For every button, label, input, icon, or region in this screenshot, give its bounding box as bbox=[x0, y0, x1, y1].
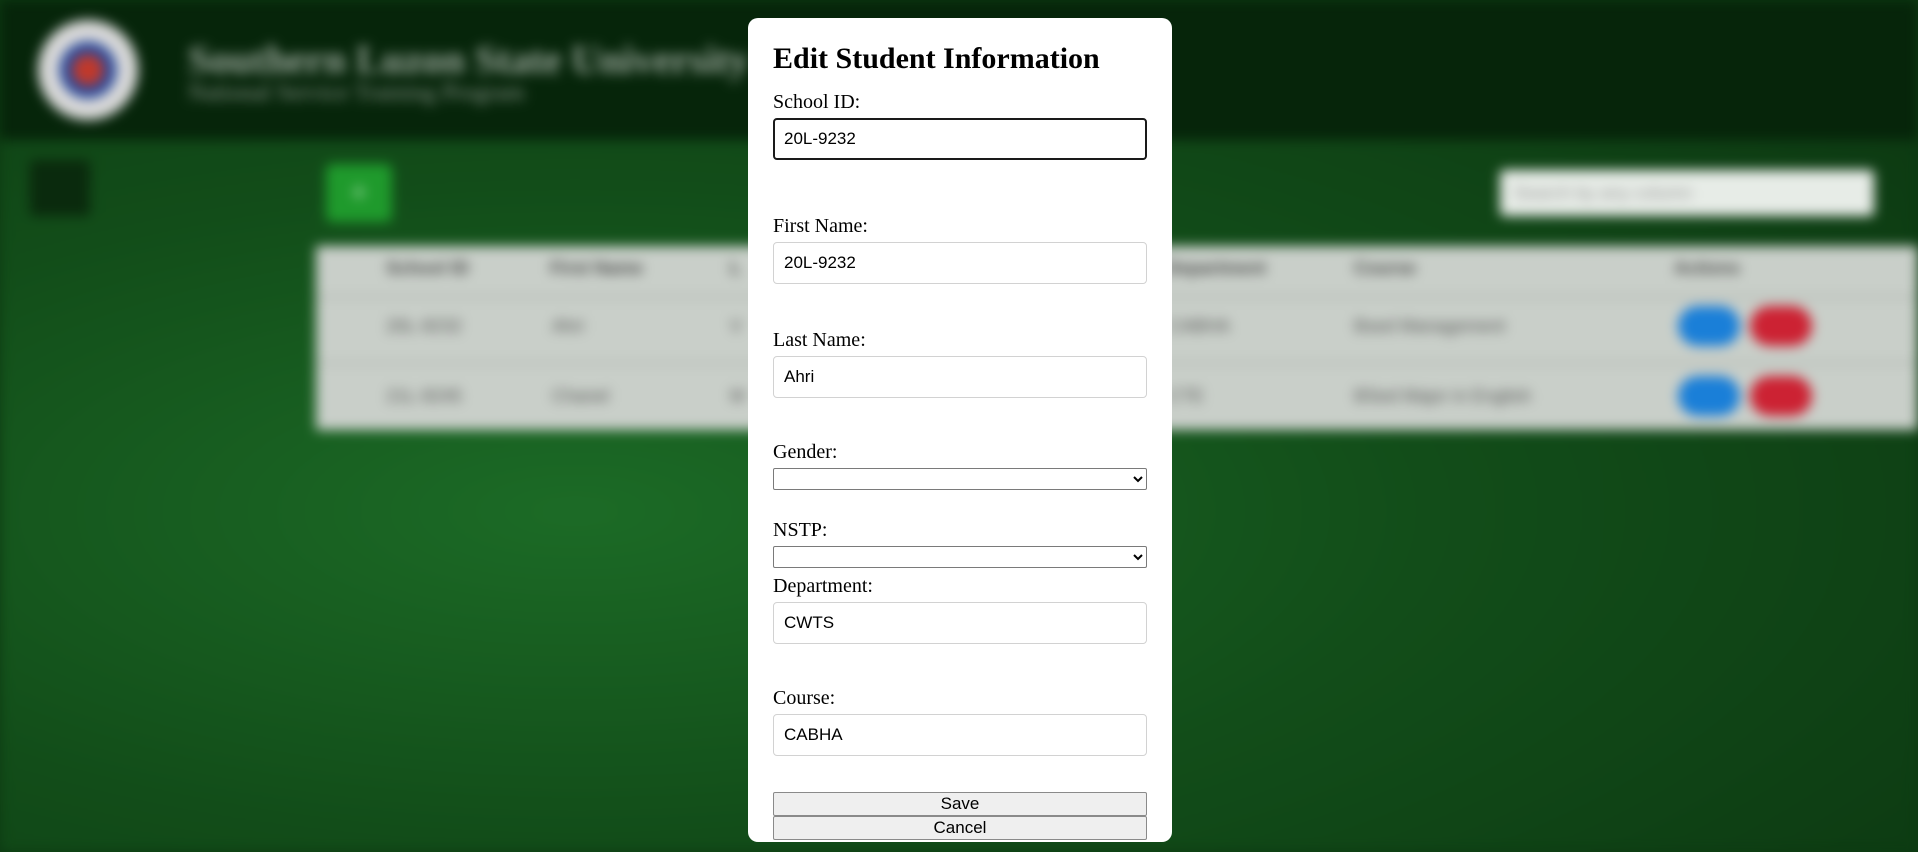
column-header-last-name: L bbox=[730, 258, 741, 278]
nstp-select[interactable] bbox=[773, 546, 1147, 568]
gender-label: Gender: bbox=[773, 441, 838, 463]
table-cell-first-name: Ahri bbox=[552, 316, 585, 336]
delete-row-button[interactable] bbox=[1750, 306, 1812, 346]
first-name-input[interactable] bbox=[773, 242, 1147, 284]
modal-title: Edit Student Information bbox=[773, 42, 1100, 75]
university-name: Southern Luzon State University bbox=[188, 37, 750, 82]
table-cell-course: Bsed Management bbox=[1354, 316, 1506, 336]
gender-select[interactable] bbox=[773, 468, 1147, 490]
program-name: National Service Training Program bbox=[188, 80, 525, 106]
add-student-button[interactable]: + bbox=[326, 164, 392, 222]
school-id-label: School ID: bbox=[773, 91, 861, 113]
first-name-label: First Name: bbox=[773, 215, 868, 237]
table-cell-last-name: V bbox=[730, 316, 743, 336]
cancel-button[interactable]: Cancel bbox=[773, 816, 1147, 840]
table-cell-course: BSed Major in English bbox=[1354, 386, 1532, 406]
menu-toggle-button[interactable] bbox=[30, 160, 90, 216]
edit-row-button[interactable] bbox=[1678, 376, 1740, 416]
table-cell-first-name: Chanel bbox=[552, 386, 610, 406]
department-label: Department: bbox=[773, 575, 873, 597]
table-cell-school-id: 20L-9232 bbox=[386, 316, 463, 336]
column-header-department: Department bbox=[1166, 258, 1267, 278]
column-header-actions: Actions bbox=[1674, 258, 1741, 278]
course-label: Course: bbox=[773, 687, 836, 709]
edit-row-button[interactable] bbox=[1678, 306, 1740, 346]
last-name-label: Last Name: bbox=[773, 329, 866, 351]
department-input[interactable] bbox=[773, 602, 1147, 644]
nstp-label: NSTP: bbox=[773, 519, 828, 541]
save-button[interactable]: Save bbox=[773, 792, 1147, 816]
table-search-input[interactable]: Search by any column bbox=[1500, 170, 1874, 216]
table-cell-last-name: M bbox=[730, 386, 745, 406]
column-header-course: Course bbox=[1354, 258, 1417, 278]
table-cell-department: CABHA bbox=[1168, 316, 1231, 336]
edit-student-modal: Edit Student Information School ID: Firs… bbox=[748, 18, 1172, 842]
column-header-first-name: First Name bbox=[550, 258, 644, 278]
university-logo bbox=[38, 20, 138, 120]
column-header-school-id: School ID bbox=[386, 258, 470, 278]
table-cell-school-id: 21L-9245 bbox=[386, 386, 463, 406]
last-name-input[interactable] bbox=[773, 356, 1147, 398]
course-input[interactable] bbox=[773, 714, 1147, 756]
delete-row-button[interactable] bbox=[1750, 376, 1812, 416]
table-cell-department: CTE bbox=[1168, 386, 1204, 406]
school-id-input[interactable] bbox=[773, 118, 1147, 160]
